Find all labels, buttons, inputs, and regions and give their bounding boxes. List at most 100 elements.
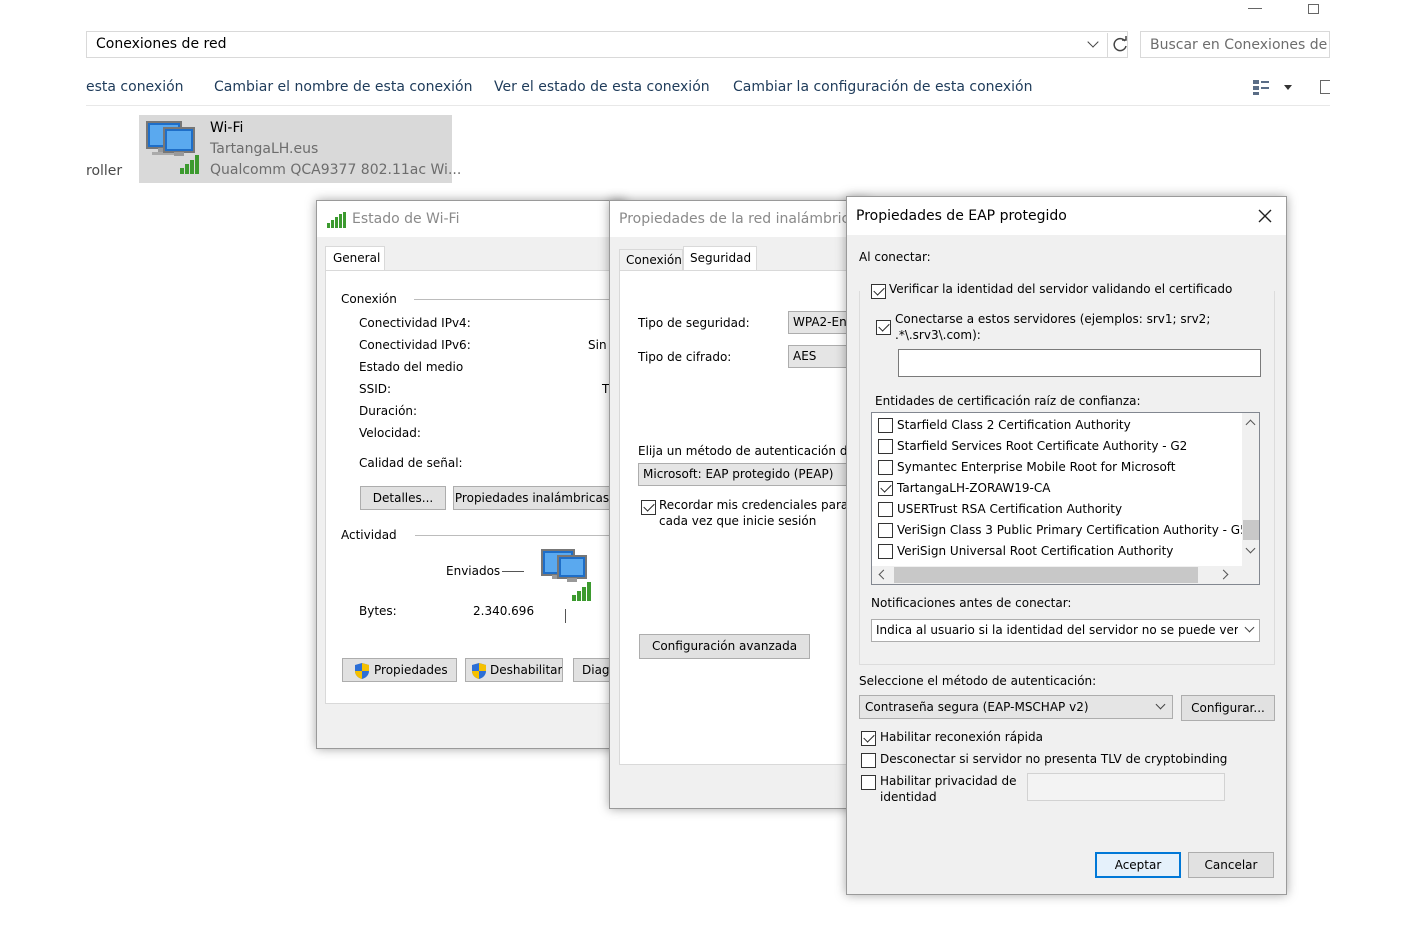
search-input[interactable]: Buscar en Conexiones de re	[1140, 31, 1330, 58]
wireless-properties-button[interactable]: Propiedades inalámbricas	[453, 486, 611, 510]
connection-section-label: Conexión	[341, 292, 397, 306]
list-item[interactable]: Starfield Class 2 Certification Authorit…	[872, 415, 1244, 436]
notifications-value: Indica al usuario si la identidad del se…	[876, 623, 1238, 637]
scroll-right-icon[interactable]	[1218, 569, 1229, 580]
connect-servers-label-2: .*\.srv3\.com):	[895, 328, 981, 342]
verify-identity-label: Verificar la identidad del servidor vali…	[889, 282, 1233, 296]
trusted-ca-label: Entidades de certificación raíz de confi…	[875, 394, 1141, 408]
remember-credentials-checkbox[interactable]	[641, 500, 656, 515]
minimize-icon[interactable]	[1248, 8, 1262, 9]
ca-name: VeriSign Universal Root Certification Au…	[897, 544, 1174, 558]
auth-method-select[interactable]: Microsoft: EAP protegido (PEAP)	[638, 463, 878, 486]
search-placeholder: Buscar en Conexiones de re	[1150, 37, 1330, 53]
ca-checkbox[interactable]	[878, 481, 893, 496]
address-bar[interactable]: Conexiones de red	[86, 31, 1128, 58]
horizontal-scrollbar[interactable]	[872, 566, 1259, 584]
cancel-button-label: Cancelar	[1204, 858, 1258, 872]
eap-properties-dialog: Propiedades de EAP protegido Al conectar…	[846, 196, 1287, 895]
list-item[interactable]: Starfield Services Root Certificate Auth…	[872, 436, 1244, 457]
cipher-type-label: Tipo de cifrado:	[638, 350, 732, 364]
hscroll-thumb[interactable]	[894, 567, 1198, 583]
notifications-select[interactable]: Indica al usuario si la identidad del se…	[871, 619, 1260, 642]
properties-button[interactable]: Propiedades	[342, 658, 457, 682]
ca-checkbox[interactable]	[878, 418, 893, 433]
close-icon[interactable]	[1257, 208, 1273, 224]
ca-checkbox[interactable]	[878, 523, 893, 538]
list-item[interactable]: VeriSign Class 3 Public Primary Certific…	[872, 520, 1248, 541]
list-item[interactable]: TartangaLH-ZORAW19-CA	[872, 478, 1244, 499]
chevron-down-icon[interactable]	[1087, 36, 1099, 48]
view-options-icon[interactable]	[1252, 78, 1270, 96]
scroll-down-icon[interactable]	[1245, 543, 1256, 554]
wireless-dialog-title: Propiedades de la red inalámbrica	[619, 211, 858, 227]
cipher-type-value: AES	[793, 349, 817, 363]
eap-title-bar[interactable]: Propiedades de EAP protegido	[847, 197, 1286, 235]
verify-identity-checkbox[interactable]	[871, 284, 886, 299]
command-bar: esta conexión Cambiar el nombre de esta …	[86, 70, 1330, 106]
notifications-label: Notificaciones antes de conectar:	[871, 596, 1072, 610]
cmd-view-status[interactable]: Ver el estado de esta conexión	[494, 79, 710, 95]
cmd-rename-connection[interactable]: Cambiar el nombre de esta conexión	[214, 79, 472, 95]
trusted-ca-list[interactable]: Starfield Class 2 Certification Authorit…	[871, 412, 1260, 585]
tab-general[interactable]: General	[325, 246, 385, 271]
wifi-connection-item[interactable]: Wi-Fi TartangaLH.eus Qualcomm QCA9377 80…	[139, 115, 461, 183]
scroll-left-icon[interactable]	[878, 569, 889, 580]
cancel-button[interactable]: Cancelar	[1188, 852, 1274, 878]
view-dropdown-icon[interactable]	[1284, 85, 1292, 90]
scroll-up-icon[interactable]	[1245, 419, 1256, 430]
disable-button[interactable]: Deshabilitar	[465, 658, 563, 682]
ca-checkbox[interactable]	[878, 439, 893, 454]
identity-privacy-input[interactable]	[1027, 773, 1225, 801]
row-ssid-label: SSID:	[359, 382, 392, 396]
remember-credentials-label-2: cada vez que inicie sesión	[659, 514, 817, 528]
list-item[interactable]: USERTrust RSA Certification Authority	[872, 499, 1244, 520]
configure-button[interactable]: Configurar...	[1181, 695, 1275, 721]
wireless-title-bar[interactable]: Propiedades de la red inalámbrica	[610, 201, 868, 237]
scroll-thumb[interactable]	[1243, 520, 1259, 540]
details-button[interactable]: Detalles...	[360, 486, 446, 510]
sent-label: Enviados	[446, 564, 501, 578]
eap-dialog-title: Propiedades de EAP protegido	[856, 208, 1067, 224]
auth-method-value: Microsoft: EAP protegido (PEAP)	[643, 467, 834, 481]
refresh-icon[interactable]	[1107, 33, 1131, 57]
cmd-this-connection[interactable]: esta conexión	[86, 79, 184, 95]
wireless-properties-label: Propiedades inalámbricas	[454, 491, 610, 505]
tab-general-label: General	[333, 251, 381, 265]
security-type-value: WPA2-Ent	[793, 315, 852, 329]
disconnect-tlv-label: Desconectar si servidor no presenta TLV …	[880, 752, 1228, 766]
ca-checkbox[interactable]	[878, 460, 893, 475]
bytes-label: Bytes:	[359, 604, 397, 618]
properties-button-label: Propiedades	[374, 663, 448, 677]
status-tab-panel: Conexión Conectividad IPv4: Conectividad…	[325, 270, 635, 704]
ok-button-label: Aceptar	[1114, 858, 1162, 872]
connect-servers-checkbox[interactable]	[876, 320, 891, 335]
fast-reconnect-checkbox[interactable]	[861, 731, 876, 746]
chevron-down-icon	[1244, 622, 1255, 633]
ca-checkbox[interactable]	[878, 502, 893, 517]
activity-section-label: Actividad	[341, 528, 397, 542]
row-media-label: Estado del medio	[359, 360, 464, 374]
status-title-bar[interactable]: Estado de Wi-Fi	[317, 201, 625, 237]
maximize-icon[interactable]	[1308, 4, 1319, 14]
tab-conexion[interactable]: Conexión	[619, 249, 683, 271]
security-type-label: Tipo de seguridad:	[638, 316, 750, 330]
eap-auth-method-value: Contraseña segura (EAP-MSCHAP v2)	[865, 700, 1089, 714]
identity-privacy-checkbox[interactable]	[861, 775, 876, 790]
left-pane-fragment: roller	[86, 163, 123, 179]
wifi-item-name: Wi-Fi	[210, 120, 244, 136]
ok-button[interactable]: Aceptar	[1095, 852, 1181, 878]
list-item[interactable]: VeriSign Universal Root Certification Au…	[872, 541, 1244, 562]
ca-checkbox[interactable]	[878, 544, 893, 559]
cmd-change-settings[interactable]: Cambiar la configuración de esta conexió…	[733, 79, 1033, 95]
disconnect-tlv-checkbox[interactable]	[861, 753, 876, 768]
list-item[interactable]: Symantec Enterprise Mobile Root for Micr…	[872, 457, 1244, 478]
vertical-scrollbar[interactable]	[1242, 413, 1259, 566]
tab-seguridad[interactable]: Seguridad	[683, 246, 757, 271]
advanced-settings-button[interactable]: Configuración avanzada	[639, 634, 810, 659]
wifi-item-adapter: Qualcomm QCA9377 802.11ac Wi...	[210, 162, 462, 178]
preview-pane-icon[interactable]	[1320, 80, 1330, 94]
ca-name: TartangaLH-ZORAW19-CA	[897, 481, 1051, 495]
eap-auth-method-select[interactable]: Contraseña segura (EAP-MSCHAP v2)	[859, 695, 1173, 719]
servers-input[interactable]	[898, 349, 1261, 377]
address-text: Conexiones de red	[96, 36, 227, 52]
